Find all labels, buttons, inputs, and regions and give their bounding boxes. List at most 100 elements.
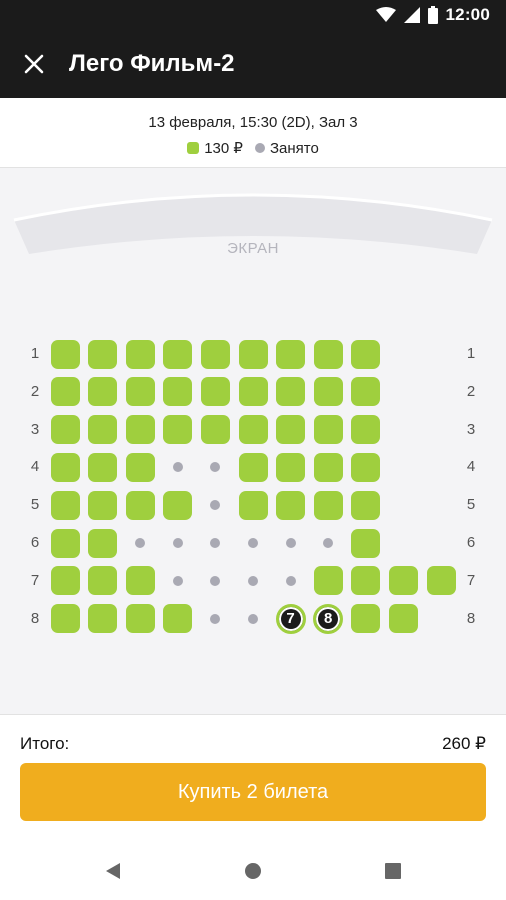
seat-taken — [210, 462, 221, 473]
seat-available[interactable] — [351, 528, 381, 558]
back-button[interactable] — [101, 859, 125, 883]
seat-available[interactable] — [351, 415, 381, 445]
seat-available[interactable] — [313, 415, 343, 445]
seat-taken — [285, 575, 296, 586]
seat-available[interactable] — [276, 339, 306, 369]
seat-available[interactable] — [238, 415, 268, 445]
taken-dot-icon — [254, 143, 265, 153]
seat-taken — [210, 500, 221, 511]
screen-label: ЭКРАН — [227, 240, 279, 257]
seat-available[interactable] — [163, 339, 193, 369]
seat-available[interactable] — [163, 377, 193, 407]
row-number-left: 8 — [30, 609, 40, 627]
seat-taken — [285, 538, 296, 548]
seat-available[interactable] — [125, 415, 155, 445]
seat-available[interactable] — [276, 415, 306, 445]
seat-available[interactable] — [200, 339, 230, 369]
seat-available[interactable] — [351, 377, 381, 407]
seat-taken — [210, 575, 221, 586]
seat-available[interactable] — [388, 566, 418, 596]
seat-available[interactable] — [88, 490, 118, 520]
seat-available[interactable] — [88, 528, 118, 558]
seat-available[interactable] — [238, 339, 268, 369]
seat-available[interactable] — [313, 490, 343, 520]
seat-available[interactable] — [125, 452, 155, 482]
seat-available[interactable] — [50, 490, 80, 520]
seat-available[interactable] — [351, 566, 381, 596]
seat-available[interactable] — [276, 377, 306, 407]
seat-available[interactable] — [50, 604, 80, 634]
seat-available[interactable] — [88, 415, 118, 445]
home-button[interactable] — [241, 859, 265, 883]
seat-available[interactable] — [50, 415, 80, 445]
seat-available[interactable] — [200, 377, 230, 407]
row-number-left: 7 — [30, 571, 40, 589]
signal-icon — [403, 7, 420, 23]
seat-taken — [248, 613, 258, 624]
order-footer: Итого: 260 ₽ Купить 2 билета — [0, 714, 506, 843]
seat-available[interactable] — [351, 452, 381, 482]
status-bar: 12:00 — [0, 0, 506, 30]
seat-available[interactable] — [163, 490, 193, 520]
seat-map: ЭКРАН 112233445566778878 — [0, 168, 506, 714]
close-button[interactable] — [18, 48, 50, 80]
close-icon — [24, 54, 44, 74]
seat-available[interactable] — [163, 415, 193, 445]
seat-available[interactable] — [351, 604, 381, 634]
seat-available[interactable] — [238, 377, 268, 407]
seat-available[interactable] — [276, 490, 306, 520]
seat-available[interactable] — [88, 604, 118, 634]
seat-available[interactable] — [50, 377, 80, 407]
seat-available[interactable] — [200, 415, 230, 445]
seat-available[interactable] — [238, 490, 268, 520]
buy-button[interactable]: Купить 2 билета — [20, 763, 486, 821]
seat-available[interactable] — [313, 452, 343, 482]
row-number-left: 2 — [30, 382, 40, 400]
row-number-left: 1 — [30, 345, 40, 362]
seat-available[interactable] — [426, 566, 456, 596]
seat-selected[interactable]: 7 — [275, 603, 306, 634]
seat-available[interactable] — [88, 377, 118, 407]
seat-available[interactable] — [125, 490, 155, 520]
seat-available[interactable] — [88, 566, 118, 596]
seat-taken — [210, 613, 221, 624]
seat-available[interactable] — [50, 452, 80, 482]
back-icon — [106, 863, 120, 879]
total-value: 260 ₽ — [442, 734, 486, 753]
seat-available[interactable] — [351, 490, 381, 520]
seat-available[interactable] — [163, 604, 193, 634]
seat-available[interactable] — [88, 452, 118, 482]
seat-available[interactable] — [388, 604, 418, 634]
seat-available[interactable] — [125, 377, 155, 407]
seat-taken — [172, 575, 183, 586]
system-nav-bar — [0, 842, 506, 900]
seat-available[interactable] — [88, 339, 118, 369]
seat-available[interactable] — [50, 566, 80, 596]
seat-taken — [172, 462, 183, 473]
seat-available[interactable] — [351, 339, 381, 369]
row-number-right: 3 — [466, 420, 476, 438]
seat-available[interactable] — [276, 452, 306, 482]
session-info: 13 февраля, 15:30 (2D), Зал 3 130 ₽ Заня… — [0, 98, 506, 168]
seat-available[interactable] — [238, 452, 268, 482]
row-number-right: 1 — [466, 345, 476, 362]
seat-available[interactable] — [50, 528, 80, 558]
recents-button[interactable] — [381, 859, 405, 883]
seat-available[interactable] — [125, 604, 155, 634]
battery-icon — [427, 6, 438, 24]
row-number-right: 2 — [466, 382, 476, 400]
row-number-right: 7 — [466, 571, 476, 589]
row-number-left: 4 — [30, 458, 40, 476]
row-number-left: 3 — [30, 420, 40, 438]
seat-available[interactable] — [125, 339, 155, 369]
seat-available[interactable] — [125, 566, 155, 596]
app-header: Лего Фильм-2 — [0, 30, 506, 98]
seat-taken — [135, 538, 146, 548]
seat-available[interactable] — [313, 377, 343, 407]
seat-selected[interactable]: 8 — [313, 603, 344, 634]
seat-available[interactable] — [313, 339, 343, 369]
seat-available[interactable] — [313, 566, 343, 596]
seat-available[interactable] — [50, 339, 80, 369]
seat-taken — [248, 538, 258, 548]
row-number-right: 6 — [466, 534, 476, 551]
